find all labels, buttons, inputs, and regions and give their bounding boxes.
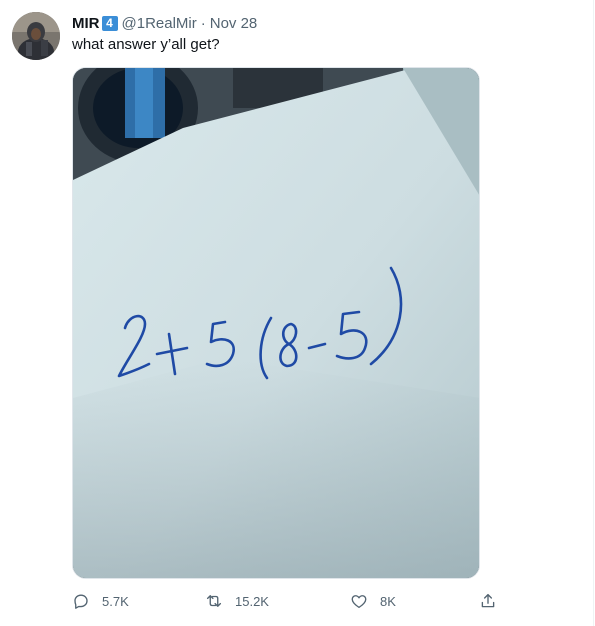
reply-count: 5.7K: [102, 593, 129, 609]
share-icon: [481, 593, 495, 608]
tweet-text: what answer y’all get?: [72, 36, 220, 53]
author-handle[interactable]: @1RealMir: [122, 15, 197, 32]
reply-button[interactable]: 5.7K: [72, 590, 129, 612]
tweet-date[interactable]: Nov 28: [210, 15, 258, 32]
tweet-header: MIR 4 @1RealMir · Nov 28: [72, 14, 257, 32]
column-divider: [593, 0, 594, 626]
reply-icon: [74, 594, 88, 609]
tweet-media[interactable]: [72, 67, 480, 579]
tweet-actions: 5.7K 15.2K 8K: [72, 590, 502, 612]
avatar-image: [12, 12, 60, 60]
media-photo: [73, 68, 479, 578]
retweet-icon: [206, 595, 222, 607]
separator-dot: ·: [200, 14, 206, 32]
like-count: 8K: [380, 593, 396, 609]
like-icon: [351, 595, 367, 609]
like-button[interactable]: 8K: [350, 590, 396, 612]
avatar[interactable]: [12, 12, 60, 60]
retweet-button[interactable]: 15.2K: [205, 590, 269, 612]
retweet-count: 15.2K: [235, 593, 269, 609]
share-button[interactable]: [479, 590, 497, 612]
tweet: MIR 4 @1RealMir · Nov 28 what answer y’a…: [0, 0, 595, 626]
author-badge: 4: [101, 15, 118, 31]
author-name[interactable]: MIR: [72, 15, 100, 32]
